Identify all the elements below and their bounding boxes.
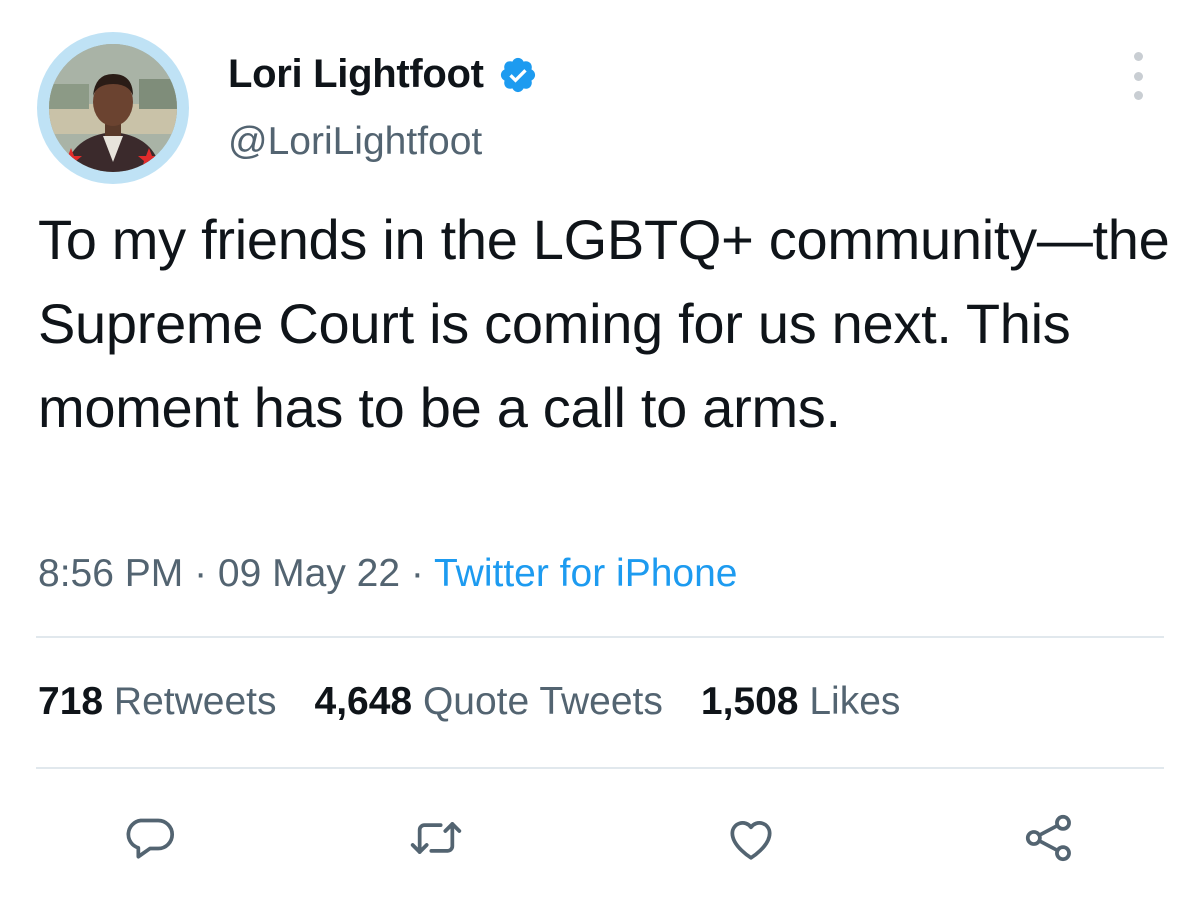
likes-label: Likes [809, 680, 901, 723]
display-name[interactable]: Lori Lightfoot [228, 52, 484, 97]
tweet-card: Lori Lightfoot @LoriLightfoot To my frie… [0, 0, 1200, 914]
more-options-icon[interactable] [1124, 52, 1152, 100]
user-name-row[interactable]: Lori Lightfoot [228, 52, 538, 97]
retweets-label: Retweets [113, 680, 277, 723]
retweets-stat[interactable]: 718 Retweets [38, 680, 277, 724]
likes-count: 1,508 [700, 680, 799, 723]
likes-stat[interactable]: 1,508 Likes [701, 680, 901, 724]
tweet-stats: 718 Retweets 4,648 Quote Tweets 1,508 Li… [38, 680, 900, 724]
retweet-icon[interactable] [408, 810, 464, 866]
meta-separator: · [400, 552, 434, 595]
tweet-time[interactable]: 8:56 PM [38, 552, 183, 595]
retweets-count: 718 [38, 680, 104, 723]
meta-separator: · [183, 552, 218, 595]
heart-icon[interactable] [723, 810, 779, 866]
tweet-meta: 8:56 PM · 09 May 22 · Twitter for iPhone [38, 552, 737, 596]
verified-badge-icon [498, 55, 538, 95]
quote-tweets-count: 4,648 [314, 680, 413, 723]
share-icon[interactable] [1021, 810, 1077, 866]
user-handle[interactable]: @LoriLightfoot [228, 120, 482, 164]
profile-photo-icon [49, 44, 177, 172]
tweet-text: To my friends in the LGBTQ+ community—th… [38, 208, 1170, 439]
divider [36, 636, 1164, 638]
action-bar [0, 810, 1200, 880]
quote-tweets-stat[interactable]: 4,648 Quote Tweets [315, 680, 663, 724]
tweet-source-link[interactable]: Twitter for iPhone [434, 552, 737, 595]
reply-icon[interactable] [122, 810, 178, 866]
tweet-date[interactable]: 09 May 22 [218, 552, 400, 595]
quote-tweets-label: Quote Tweets [422, 680, 663, 723]
avatar[interactable] [37, 32, 189, 184]
divider [36, 767, 1164, 769]
